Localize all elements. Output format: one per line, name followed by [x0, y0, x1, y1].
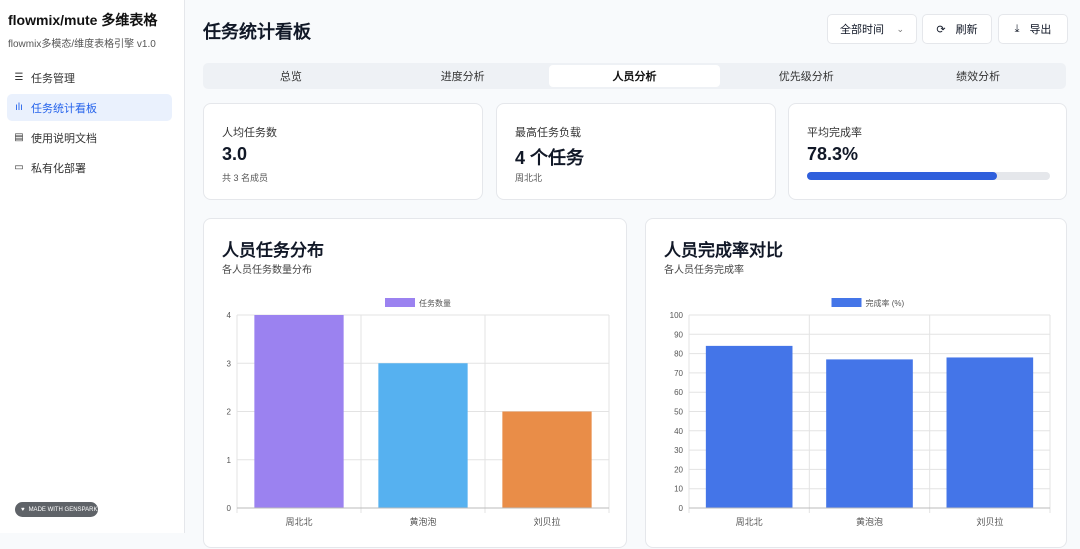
progress-fill: [807, 172, 998, 180]
time-filter-value: 全部时间: [840, 24, 884, 36]
stat-value: 4 个任务: [515, 148, 585, 168]
stat-note: 周北北: [515, 173, 543, 183]
y-tick-label: 60: [674, 388, 683, 397]
x-tick-label: 刘贝拉: [976, 516, 1003, 527]
database-icon: ☰: [14, 72, 24, 83]
bar[interactable]: [254, 315, 344, 508]
tab-personnel[interactable]: 人员分析: [548, 65, 721, 87]
chevron-down-icon: ⌄: [896, 23, 904, 34]
legend-swatch: [831, 298, 862, 307]
y-tick-label: 70: [674, 369, 683, 378]
bar[interactable]: [378, 363, 468, 508]
sidebar-item-label: 私有化部署: [31, 162, 86, 175]
tab-progress[interactable]: 进度分析: [377, 65, 549, 87]
bar[interactable]: [502, 411, 592, 509]
bar[interactable]: [705, 345, 793, 508]
stat-label: 最高任务负载: [515, 127, 581, 139]
refresh-button[interactable]: ⟳ 刷新: [922, 14, 992, 44]
logo-icon: ♥: [21, 506, 25, 513]
tab-overview[interactable]: 总览: [205, 65, 377, 87]
stat-value: 3.0: [222, 144, 248, 164]
y-tick-label: 0: [227, 504, 232, 513]
x-tick-label: 周北北: [736, 517, 763, 527]
sidebar-item-dashboard[interactable]: ılı 任务统计看板: [7, 94, 172, 121]
sidebar-item-deploy[interactable]: ▭ 私有化部署: [7, 154, 172, 181]
made-with-badge[interactable]: ♥ MADE WITH GENSPARK: [15, 502, 98, 517]
legend-label[interactable]: 完成率 (%): [866, 298, 905, 308]
x-tick-label: 黄泡泡: [409, 516, 436, 527]
completion-progress-bar: [807, 172, 1050, 180]
tab-performance[interactable]: 绩效分析: [892, 65, 1064, 87]
bar-chart: 任务数量 0 1 2 3 4 周北北 黄泡泡 刘贝拉: [227, 298, 610, 527]
stat-label: 人均任务数: [222, 127, 277, 139]
y-tick-label: 20: [674, 465, 683, 474]
page-title: 任务统计看板: [203, 22, 311, 42]
y-tick-label: 2: [227, 408, 232, 417]
sidebar-item-label: 使用说明文档: [31, 132, 97, 145]
y-tick-label: 10: [674, 485, 683, 494]
badge-text: MADE WITH GENSPARK: [28, 506, 98, 513]
export-label: 导出: [1029, 24, 1052, 36]
sidebar-item-docs[interactable]: ▤ 使用说明文档: [7, 124, 172, 151]
sidebar: flowmix/mute 多维表格 flowmix多模态/维度表格引擎 v1.0…: [0, 0, 185, 533]
app-brand: flowmix/mute 多维表格: [8, 12, 158, 28]
y-tick-label: 50: [674, 408, 683, 417]
download-icon: ⤓: [1014, 22, 1020, 35]
tab-bar: 总览 进度分析 人员分析 优先级分析 绩效分析: [203, 63, 1066, 89]
time-filter-select[interactable]: 全部时间 ⌄: [827, 14, 917, 44]
stat-card-avg-tasks: 人均任务数 3.0 共 3 名成员: [203, 103, 483, 200]
stat-value: 78.3%: [807, 144, 859, 164]
y-tick-label: 40: [674, 427, 683, 436]
stat-label: 平均完成率: [807, 127, 862, 139]
y-tick-label: 90: [674, 330, 683, 339]
sidebar-item-task-management[interactable]: ☰ 任务管理: [7, 64, 172, 91]
tab-priority[interactable]: 优先级分析: [720, 65, 892, 87]
y-tick-label: 4: [227, 311, 232, 320]
bar[interactable]: [826, 359, 913, 508]
refresh-label: 刷新: [955, 24, 978, 36]
sidebar-item-label: 任务统计看板: [31, 102, 97, 115]
legend-label[interactable]: 任务数量: [419, 298, 451, 308]
chart-card-task-distribution: 人员任务分布 各人员任务数量分布 任务数量 0 1 2 3 4 周北北 黄泡泡 刘贝拉: [203, 218, 627, 548]
x-tick-label: 刘贝拉: [533, 516, 560, 527]
export-button[interactable]: ⤓ 导出: [998, 14, 1068, 44]
y-tick-label: 30: [674, 446, 683, 455]
sidebar-item-label: 任务管理: [31, 72, 75, 85]
bar-chart: 完成率 (%) 0 10 20 30 40 50 60 70 80 90 100 周北北 黄泡泡 刘贝拉: [670, 298, 1051, 527]
y-tick-label: 1: [227, 456, 232, 465]
refresh-icon: ⟳: [936, 23, 946, 36]
stat-note: 共 3 名成员: [222, 173, 269, 183]
y-tick-label: 0: [679, 504, 684, 513]
stat-card-completion: 平均完成率 78.3%: [788, 103, 1067, 200]
legend-swatch: [385, 298, 415, 307]
chart-card-completion-rate: 人员完成率对比 各人员任务完成率 完成率 (%) 0 10 20 30 40 50 60 70 8…: [645, 218, 1067, 548]
y-tick-label: 100: [670, 311, 684, 320]
app-subtitle: flowmix多模态/维度表格引擎 v1.0: [8, 39, 156, 50]
y-tick-label: 3: [227, 359, 232, 368]
bar[interactable]: [946, 357, 1034, 508]
x-tick-label: 黄泡泡: [856, 516, 883, 527]
x-tick-label: 周北北: [285, 517, 312, 527]
bar-chart-icon: ılı: [15, 102, 23, 113]
document-icon: ▤: [14, 132, 24, 143]
y-tick-label: 80: [674, 350, 683, 359]
stat-card-max-load: 最高任务负载 4 个任务 周北北: [496, 103, 776, 200]
server-icon: ▭: [14, 162, 24, 173]
